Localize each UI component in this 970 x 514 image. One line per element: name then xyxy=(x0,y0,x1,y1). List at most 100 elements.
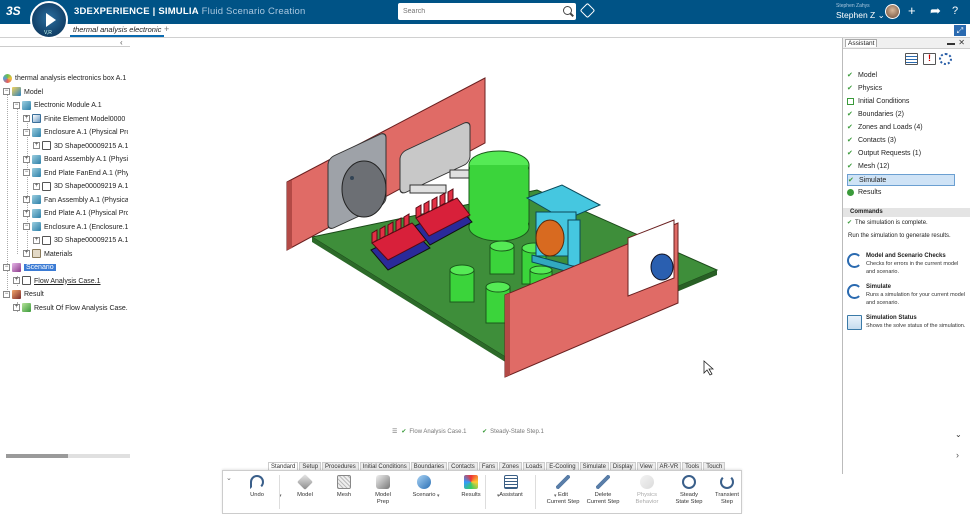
assistant-step[interactable]: ✔ Zones and Loads (4) xyxy=(847,122,955,134)
status-step[interactable]: Steady-State Step.1 xyxy=(490,429,544,435)
tree-node[interactable]: − Enclosure A.1 (Physical Pro xyxy=(23,127,128,139)
part-icon xyxy=(32,154,41,164)
tag-icon[interactable] xyxy=(579,2,596,19)
assistant-step[interactable]: ✔ Boundaries (2) xyxy=(847,109,955,121)
add-icon[interactable]: + xyxy=(908,3,916,19)
tree-node[interactable]: + Result Of Flow Analysis Case.1 xyxy=(13,303,128,315)
tree-node[interactable]: + Materials xyxy=(23,249,128,261)
tree-node[interactable]: − Scenario xyxy=(3,262,128,274)
assistant-step[interactable]: ✔ Model xyxy=(847,70,955,82)
collapse-tree-icon[interactable]: ‹ xyxy=(120,38,123,47)
tree-node[interactable]: − Result xyxy=(3,289,128,301)
expand-toggle[interactable]: − xyxy=(3,263,10,271)
expand-toggle[interactable]: + xyxy=(23,115,30,123)
tree-node[interactable]: +3D Shape00009215 A.1 xyxy=(33,141,128,153)
assistant-step[interactable]: ✔ Physics xyxy=(847,83,955,95)
expand-toggle[interactable]: + xyxy=(23,209,30,217)
chevron-down-icon[interactable]: ⌄ xyxy=(226,474,232,482)
assistant-dropdown-icon[interactable]: ▾ xyxy=(554,493,557,499)
tree-node[interactable]: + Finite Element Model0000 xyxy=(23,114,128,126)
scenario-dropdown-icon[interactable]: ▾ xyxy=(437,493,440,499)
app-name: Fluid Scenario Creation xyxy=(201,6,306,17)
edit-current-step-button[interactable]: Edit Current Step xyxy=(543,475,583,506)
chevron-right-icon[interactable]: › xyxy=(956,450,959,460)
minimize-icon[interactable] xyxy=(947,43,955,45)
help-icon[interactable]: ? xyxy=(952,3,958,19)
tree-connector xyxy=(17,106,18,254)
assistant-step[interactable]: ✔ Mesh (12) xyxy=(847,161,955,173)
command-desc: Checks for errors in the current model a… xyxy=(866,261,959,275)
tree-node[interactable]: thermal analysis electronics box A.1 xyxy=(3,73,128,85)
compass-widget[interactable]: V,R xyxy=(30,1,68,39)
delete-current-step-button[interactable]: Delete Current Step xyxy=(583,475,623,506)
tree-node-label: End Plate A.1 (Physical Pro xyxy=(44,210,128,217)
close-icon[interactable]: ✕ xyxy=(958,38,965,47)
expand-toggle[interactable]: − xyxy=(3,290,10,298)
undo-button[interactable]: Undo xyxy=(237,475,277,499)
expand-toggle[interactable]: + xyxy=(13,277,20,285)
warning-icon[interactable] xyxy=(923,53,936,65)
model-button[interactable]: Model xyxy=(285,474,325,499)
3d-viewport[interactable] xyxy=(132,40,837,460)
tree-node[interactable]: +3D Shape00009219 A.1 xyxy=(33,181,128,193)
step-label: Zones and Loads (4) xyxy=(858,124,923,131)
undo-icon xyxy=(250,475,264,489)
tree-node[interactable]: + Fan Assembly A.1 (Physica xyxy=(23,195,128,207)
tree-node[interactable]: − End Plate FanEnd A.1 (Phy xyxy=(23,168,128,180)
mesh-button[interactable]: Mesh xyxy=(324,475,364,499)
expand-toggle[interactable]: − xyxy=(3,88,10,96)
assistant-step[interactable]: ✔ Simulate xyxy=(847,174,955,186)
commands-header: Commands xyxy=(843,208,970,217)
check-icon: ✔ xyxy=(848,177,854,184)
res-icon xyxy=(464,475,478,489)
expand-toggle[interactable]: + xyxy=(33,142,40,150)
tree-connector xyxy=(27,119,28,254)
assistant-step[interactable]: ✔ Output Requests (1) xyxy=(847,148,955,160)
assistant-step[interactable]: ✔ Contacts (3) xyxy=(847,135,955,147)
search-input[interactable] xyxy=(398,3,556,20)
steady-icon xyxy=(682,475,696,489)
steady-state-step-button[interactable]: Steady State Step xyxy=(669,475,709,506)
physics-behavior-button[interactable]: Physics Behavior xyxy=(627,475,667,506)
expand-toggle[interactable]: − xyxy=(23,169,30,177)
expand-toggle[interactable]: − xyxy=(23,223,30,231)
transient-step-button[interactable]: Transient Step xyxy=(707,475,747,506)
tree-node[interactable]: − Electronic Module A.1 xyxy=(13,100,128,112)
assistant-step[interactable]: Initial Conditions xyxy=(847,96,955,108)
status-case[interactable]: Flow Analysis Case.1 xyxy=(409,429,466,435)
scrollbar-thumb[interactable] xyxy=(6,454,68,458)
model-prep-button[interactable]: Model Prep xyxy=(363,475,403,506)
avatar[interactable] xyxy=(885,4,900,19)
tab-thermal-analysis[interactable]: thermal analysis electronic xyxy=(70,25,165,37)
tree-node[interactable]: − Enclosure A.1 (Enclosure.1) xyxy=(23,222,128,234)
expand-toggle[interactable]: − xyxy=(23,128,30,136)
expand-toggle[interactable]: + xyxy=(13,304,20,312)
tree-node[interactable]: + Board Assembly A.1 (Physi xyxy=(23,154,128,166)
expand-toggle[interactable]: + xyxy=(23,250,30,258)
user-menu[interactable]: Stephen Z ⌄ xyxy=(836,10,885,21)
assistant-step[interactable]: Results xyxy=(847,187,955,199)
share-icon[interactable]: ➦ xyxy=(930,3,941,19)
results-dropdown-icon[interactable]: ▾ xyxy=(497,493,500,499)
expand-toggle[interactable]: + xyxy=(23,155,30,163)
tree-node[interactable]: + End Plate A.1 (Physical Pro xyxy=(23,208,128,220)
tree-node[interactable]: − Model xyxy=(3,87,128,99)
expand-icon[interactable]: ⤢ xyxy=(954,25,966,36)
tree-node[interactable]: +3D Shape00009215 A.1 xyxy=(33,235,128,247)
add-tab-button[interactable]: + xyxy=(164,24,169,34)
expand-toggle[interactable]: + xyxy=(23,196,30,204)
expand-toggle[interactable]: + xyxy=(33,236,40,244)
search-icon[interactable] xyxy=(563,6,572,15)
electronics-box-model[interactable] xyxy=(132,40,837,460)
tree-node[interactable]: + Flow Analysis Case.1 xyxy=(13,276,128,288)
gear-icon[interactable] xyxy=(939,53,952,65)
step-label: Contacts (3) xyxy=(858,137,897,144)
chevron-down-icon[interactable]: ⌄ xyxy=(955,430,962,439)
assistant-title[interactable]: Assistant xyxy=(845,39,878,47)
expand-toggle[interactable]: + xyxy=(33,182,40,190)
tree-horizontal-scrollbar[interactable] xyxy=(6,454,130,458)
fem-icon xyxy=(32,114,41,124)
search-box[interactable] xyxy=(398,3,576,20)
expand-toggle[interactable]: − xyxy=(13,101,20,109)
list-view-icon[interactable] xyxy=(905,53,918,65)
